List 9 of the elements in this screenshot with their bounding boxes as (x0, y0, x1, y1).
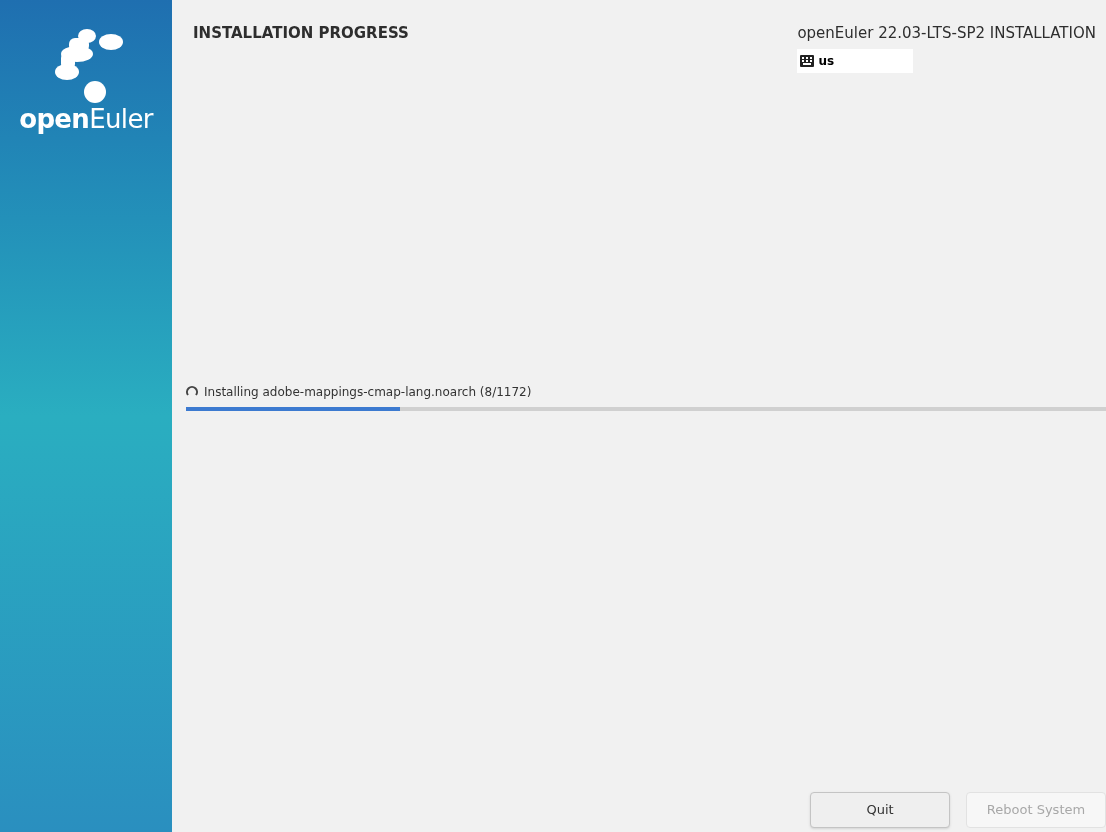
logo-text: openEuler (19, 106, 153, 132)
page-title: INSTALLATION PROGRESS (193, 23, 409, 44)
spinner-icon (186, 385, 198, 398)
progress-status: Installing adobe-mappings-cmap-lang.noarch (8/1172) (204, 383, 532, 401)
keyboard-layout-label: us (818, 52, 835, 70)
keyboard-layout-indicator[interactable]: us (797, 48, 914, 73)
action-button[interactable]: Quit (810, 792, 950, 828)
product-title: openEuler 22.03-LTS-SP2 INSTALLATION (797, 23, 1096, 44)
keyboard-icon (800, 54, 815, 67)
